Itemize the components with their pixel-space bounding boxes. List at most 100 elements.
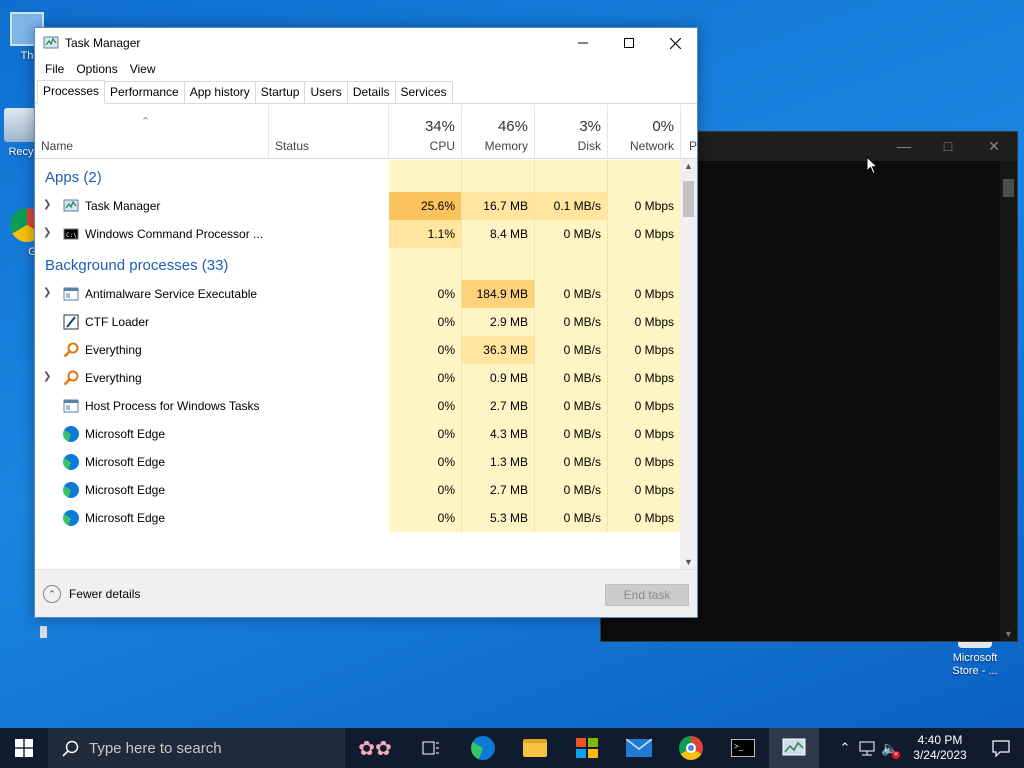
process-row[interactable]: Microsoft Edge 0% 2.7 MB 0 MB/s 0 Mbps bbox=[35, 476, 681, 504]
taskbar-microsoft-store[interactable] bbox=[561, 728, 613, 768]
search-placeholder: Type here to search bbox=[89, 739, 222, 757]
process-name: Windows Command Processor ... bbox=[85, 227, 264, 241]
process-cpu: 0% bbox=[389, 336, 462, 364]
store-bag-icon bbox=[576, 738, 598, 758]
taskbar-mail[interactable] bbox=[613, 728, 665, 768]
start-button[interactable] bbox=[0, 728, 48, 768]
cmd-maximize-button[interactable]: □ bbox=[925, 132, 971, 161]
notifications-button[interactable] bbox=[978, 739, 1024, 757]
ctf-loader-icon bbox=[63, 314, 79, 330]
tab-details[interactable]: Details bbox=[346, 81, 396, 103]
tab-services[interactable]: Services bbox=[394, 81, 453, 103]
tab-startup[interactable]: Startup bbox=[254, 81, 306, 103]
task-manager-icon bbox=[63, 198, 79, 214]
process-row[interactable]: CTF Loader 0% 2.9 MB 0 MB/s 0 Mbps bbox=[35, 308, 681, 336]
process-row[interactable]: Microsoft Edge 0% 5.3 MB 0 MB/s 0 Mbps bbox=[35, 504, 681, 532]
process-network: 0 Mbps bbox=[608, 220, 681, 248]
taskbar-command-prompt[interactable]: >_ bbox=[717, 728, 769, 768]
fewer-details-button[interactable]: ⌃ Fewer details bbox=[43, 585, 140, 603]
clock[interactable]: 4:40 PM 3/24/2023 bbox=[902, 733, 978, 763]
process-network: 0 Mbps bbox=[608, 504, 681, 532]
process-network: 0 Mbps bbox=[608, 280, 681, 308]
process-network: 0 Mbps bbox=[608, 420, 681, 448]
cpu-total: 34% bbox=[424, 118, 455, 135]
process-row[interactable]: Microsoft Edge 0% 4.3 MB 0 MB/s 0 Mbps bbox=[35, 420, 681, 448]
column-header-disk[interactable]: 3% Disk bbox=[535, 105, 608, 158]
process-row[interactable]: Host Process for Windows Tasks 0% 2.7 MB 0 … bbox=[35, 392, 681, 420]
expand-chevron-icon[interactable]: ❯ bbox=[43, 287, 53, 298]
end-task-button[interactable]: End task bbox=[605, 584, 689, 606]
close-button[interactable] bbox=[652, 28, 698, 58]
group-header-apps[interactable]: Apps (2) bbox=[35, 160, 681, 192]
tab-users[interactable]: Users bbox=[304, 81, 348, 103]
scroll-up-icon[interactable]: ▲ bbox=[684, 161, 693, 171]
cmd-icon: C:\ bbox=[63, 226, 79, 242]
process-row[interactable]: ❯ Everything 0% 0.9 MB 0 MB/s 0 Mbps bbox=[35, 364, 681, 392]
expand-chevron-icon[interactable]: ❯ bbox=[43, 199, 53, 210]
cmd-close-button[interactable]: ✕ bbox=[971, 132, 1017, 161]
taskbar-task-manager[interactable] bbox=[769, 728, 819, 768]
edge-icon bbox=[63, 482, 79, 498]
task-manager-window[interactable]: Task Manager File Options View Processes… bbox=[34, 27, 698, 618]
minimize-button[interactable] bbox=[560, 28, 606, 58]
vertical-scroll-thumb[interactable] bbox=[683, 181, 694, 217]
maximize-button[interactable] bbox=[606, 28, 652, 58]
menu-file[interactable]: File bbox=[39, 62, 70, 76]
notification-icon bbox=[992, 739, 1010, 757]
tab-strip: Processes Performance App history Startu… bbox=[35, 80, 697, 104]
process-memory: 2.7 MB bbox=[462, 392, 535, 420]
process-row[interactable]: ❯ Task Manager 25.6% 16.7 MB 0.1 MB/s 0 Mbps bbox=[35, 192, 681, 220]
process-name: Task Manager bbox=[85, 199, 161, 213]
process-row[interactable]: Microsoft Edge 0% 1.3 MB 0 MB/s 0 Mbps bbox=[35, 448, 681, 476]
column-header-cpu[interactable]: 34% CPU bbox=[389, 105, 462, 158]
show-hidden-icons-chevron-icon[interactable]: ⌃ bbox=[834, 740, 856, 756]
chrome-icon bbox=[679, 736, 703, 760]
menu-view[interactable]: View bbox=[124, 62, 162, 76]
menu-options[interactable]: Options bbox=[70, 62, 123, 76]
cmd-scrollbar[interactable]: ▼ bbox=[1000, 161, 1017, 641]
cmd-minimize-button[interactable]: — bbox=[881, 132, 927, 161]
column-header-status[interactable]: Status bbox=[269, 105, 389, 158]
taskbar-edge[interactable] bbox=[457, 728, 509, 768]
process-cpu: 0% bbox=[389, 364, 462, 392]
column-header-network[interactable]: 0% Network bbox=[608, 105, 681, 158]
process-row[interactable]: ❯ Antimalware Service Executable 0% 184.9 M… bbox=[35, 280, 681, 308]
task-manager-icon bbox=[782, 738, 806, 756]
taskbar-task-view[interactable] bbox=[405, 728, 457, 768]
expand-chevron-icon[interactable]: ❯ bbox=[43, 371, 53, 382]
process-memory: 2.9 MB bbox=[462, 308, 535, 336]
process-network: 0 Mbps bbox=[608, 476, 681, 504]
group-header-background[interactable]: Background processes (33) bbox=[35, 248, 681, 280]
vertical-scrollbar[interactable]: ▲ ▼ bbox=[680, 159, 697, 571]
search-box[interactable]: Type here to search bbox=[48, 728, 345, 768]
volume-muted-icon[interactable]: 🔈 ✕ bbox=[878, 740, 902, 759]
process-row[interactable]: Everything 0% 36.3 MB 0 MB/s 0 Mbps bbox=[35, 336, 681, 364]
maximize-icon bbox=[624, 38, 634, 48]
process-cpu: 0% bbox=[389, 420, 462, 448]
titlebar[interactable]: Task Manager bbox=[35, 28, 697, 58]
taskbar-chrome[interactable] bbox=[665, 728, 717, 768]
process-row[interactable]: ❯ C:\ Windows Command Processor ... 1.1% 8.4… bbox=[35, 220, 681, 248]
tab-processes[interactable]: Processes bbox=[37, 80, 106, 104]
column-header-memory[interactable]: 46% Memory bbox=[462, 105, 535, 158]
expand-chevron-icon[interactable]: ❯ bbox=[43, 227, 53, 238]
cmd-scroll-thumb[interactable] bbox=[1003, 179, 1014, 197]
tab-app-history[interactable]: App history bbox=[183, 81, 256, 103]
clock-date: 3/24/2023 bbox=[913, 748, 967, 762]
scroll-down-icon[interactable]: ▼ bbox=[684, 557, 693, 567]
edge-icon bbox=[63, 454, 79, 470]
column-header-power[interactable]: P bbox=[681, 105, 697, 158]
process-name: Microsoft Edge bbox=[85, 511, 166, 525]
column-header-name[interactable]: Name bbox=[35, 105, 269, 158]
svg-text:C:\: C:\ bbox=[66, 232, 77, 239]
cmd-scroll-down-icon[interactable]: ▼ bbox=[1004, 629, 1013, 639]
process-name: Microsoft Edge bbox=[85, 427, 166, 441]
process-memory: 16.7 MB bbox=[462, 192, 535, 220]
minimize-icon bbox=[578, 42, 588, 44]
network-icon[interactable] bbox=[856, 740, 878, 756]
process-memory: 36.3 MB bbox=[462, 336, 535, 364]
taskbar-file-explorer[interactable] bbox=[509, 728, 561, 768]
taskbar-cherry-blossom-decoration[interactable]: ✿✿ bbox=[345, 728, 405, 768]
service-window-icon bbox=[63, 398, 79, 414]
tab-performance[interactable]: Performance bbox=[104, 81, 185, 103]
